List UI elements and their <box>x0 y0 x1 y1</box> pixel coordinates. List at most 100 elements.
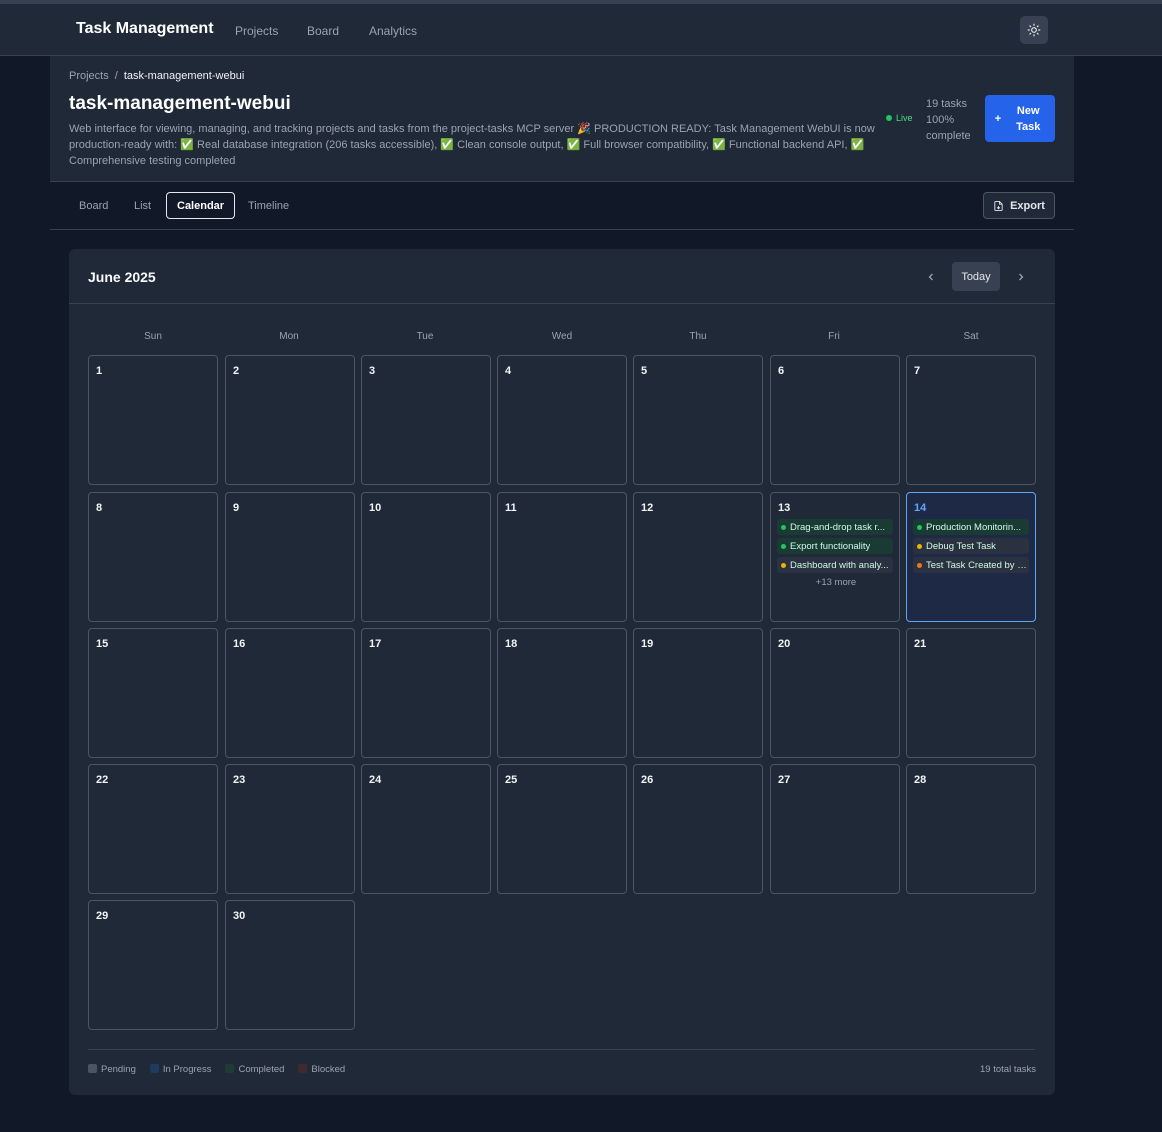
total-tasks-count: 19 total tasks <box>980 1064 1036 1075</box>
breadcrumb-separator: / <box>114 70 118 82</box>
day-cell[interactable]: 4 <box>497 355 627 485</box>
day-cell[interactable]: 9 <box>225 492 355 622</box>
prev-month-button[interactable] <box>917 263 945 291</box>
nav-analytics[interactable]: Analytics <box>369 24 417 38</box>
day-number: 21 <box>914 638 927 650</box>
event-title: Test Task Created by P... <box>926 559 1029 571</box>
breadcrumb: Projects / task-management-webui <box>69 70 244 82</box>
day-cell[interactable]: 5 <box>633 355 763 485</box>
project-description: Web interface for viewing, managing, and… <box>69 123 875 167</box>
status-dot-icon <box>781 524 786 530</box>
legend-item: In Progress <box>149 1064 212 1075</box>
legend-swatch <box>149 1064 159 1073</box>
nav-projects[interactable]: Projects <box>235 24 278 38</box>
calendar-event[interactable]: Drag-and-drop task r... <box>777 519 893 535</box>
status-dot-icon <box>917 543 922 549</box>
day-cell[interactable]: 18 <box>497 628 627 758</box>
status-dot-icon <box>781 543 786 549</box>
month-title: June 2025 <box>88 269 156 285</box>
theme-toggle-button[interactable] <box>1020 16 1048 44</box>
legend-swatch <box>225 1064 235 1073</box>
live-indicator: Live <box>886 113 913 123</box>
legend-label: In Progress <box>162 1064 212 1075</box>
breadcrumb-projects-link[interactable]: Projects <box>69 70 109 82</box>
day-cell[interactable]: 13 Drag-and-drop task r... Export functi… <box>770 492 900 622</box>
legend-swatch <box>88 1064 97 1073</box>
day-cell[interactable]: 24 <box>361 764 491 894</box>
day-cell[interactable]: 25 <box>497 764 627 894</box>
day-cell[interactable]: 17 <box>361 628 491 758</box>
day-cell[interactable]: 26 <box>633 764 763 894</box>
more-events-link[interactable]: +13 more <box>771 577 901 588</box>
calendar-event[interactable]: Export functionality <box>777 538 893 554</box>
day-number: 22 <box>96 774 109 786</box>
legend-swatch <box>298 1064 308 1073</box>
day-cell[interactable]: 1 <box>88 355 218 485</box>
day-cell[interactable]: 2 <box>225 355 355 485</box>
day-cell[interactable]: 20 <box>770 628 900 758</box>
calendar-header: June 2025 Today <box>69 249 1055 304</box>
view-tabs: Board List Calendar Timeline Export <box>50 182 1074 230</box>
calendar-event[interactable]: Production Monitorin... <box>913 519 1029 535</box>
day-cell[interactable]: 29 <box>88 900 218 1030</box>
day-cell[interactable]: 30 <box>225 900 355 1030</box>
new-task-button[interactable]: + New Task <box>985 95 1055 142</box>
day-number: 5 <box>641 365 648 377</box>
event-title: Dashboard with analy... <box>790 559 889 571</box>
tab-board[interactable]: Board <box>79 192 108 219</box>
task-count: 19 tasks <box>926 98 967 110</box>
day-number: 11 <box>505 502 517 514</box>
nav-board[interactable]: Board <box>307 24 339 38</box>
day-cell[interactable]: 21 <box>906 628 1036 758</box>
day-number: 30 <box>233 910 246 922</box>
event-title: Export functionality <box>790 540 871 552</box>
day-number: 3 <box>369 365 376 377</box>
day-cell[interactable]: 12 <box>633 492 763 622</box>
app-title[interactable]: Task Management <box>76 20 214 38</box>
weekday-tue: Tue <box>416 331 434 342</box>
event-title: Production Monitorin... <box>926 521 1022 533</box>
completion-percent: 100% <box>926 114 955 126</box>
tab-list[interactable]: List <box>134 192 151 219</box>
plus-icon: + <box>994 112 1002 125</box>
day-number: 26 <box>641 774 654 786</box>
day-number: 29 <box>96 910 109 922</box>
calendar-event[interactable]: Dashboard with analy... <box>777 557 893 573</box>
day-cell[interactable]: 23 <box>225 764 355 894</box>
legend-item: Completed <box>225 1064 284 1075</box>
day-number: 27 <box>778 774 791 786</box>
day-cell[interactable]: 19 <box>633 628 763 758</box>
day-cell[interactable]: 8 <box>88 492 218 622</box>
legend-item: Blocked <box>298 1064 345 1075</box>
day-number: 13 <box>778 502 791 514</box>
day-cell[interactable]: 3 <box>361 355 491 485</box>
project-stats: 19 tasks 100% complete <box>926 96 971 144</box>
day-cell[interactable]: 27 <box>770 764 900 894</box>
tab-calendar[interactable]: Calendar <box>166 192 236 219</box>
day-cell[interactable]: 22 <box>88 764 218 894</box>
day-cell[interactable]: 28 <box>906 764 1036 894</box>
tab-timeline[interactable]: Timeline <box>248 192 289 219</box>
day-number: 12 <box>641 502 654 514</box>
weekday-fri: Fri <box>828 331 840 342</box>
day-cell[interactable]: 7 <box>906 355 1036 485</box>
status-dot-icon <box>917 524 922 530</box>
weekday-thu: Thu <box>689 331 707 342</box>
day-cell[interactable]: 16 <box>225 628 355 758</box>
day-cell-today[interactable]: 14 Production Monitorin... Debug Test Ta… <box>906 492 1036 622</box>
day-number: 16 <box>233 638 246 650</box>
day-cell[interactable]: 6 <box>770 355 900 485</box>
breadcrumb-current: task-management-webui <box>123 70 245 82</box>
day-cell[interactable]: 11 <box>497 492 627 622</box>
export-button[interactable]: Export <box>983 192 1055 219</box>
day-number: 20 <box>778 638 791 650</box>
day-number: 14 <box>914 502 927 514</box>
today-button[interactable]: Today <box>952 262 1000 291</box>
export-label: Export <box>1010 199 1045 212</box>
day-number: 7 <box>914 365 921 377</box>
calendar-event[interactable]: Debug Test Task <box>913 538 1029 554</box>
day-cell[interactable]: 15 <box>88 628 218 758</box>
calendar-event[interactable]: Test Task Created by P... <box>913 557 1029 573</box>
day-cell[interactable]: 10 <box>361 492 491 622</box>
next-month-button[interactable] <box>1007 263 1035 291</box>
